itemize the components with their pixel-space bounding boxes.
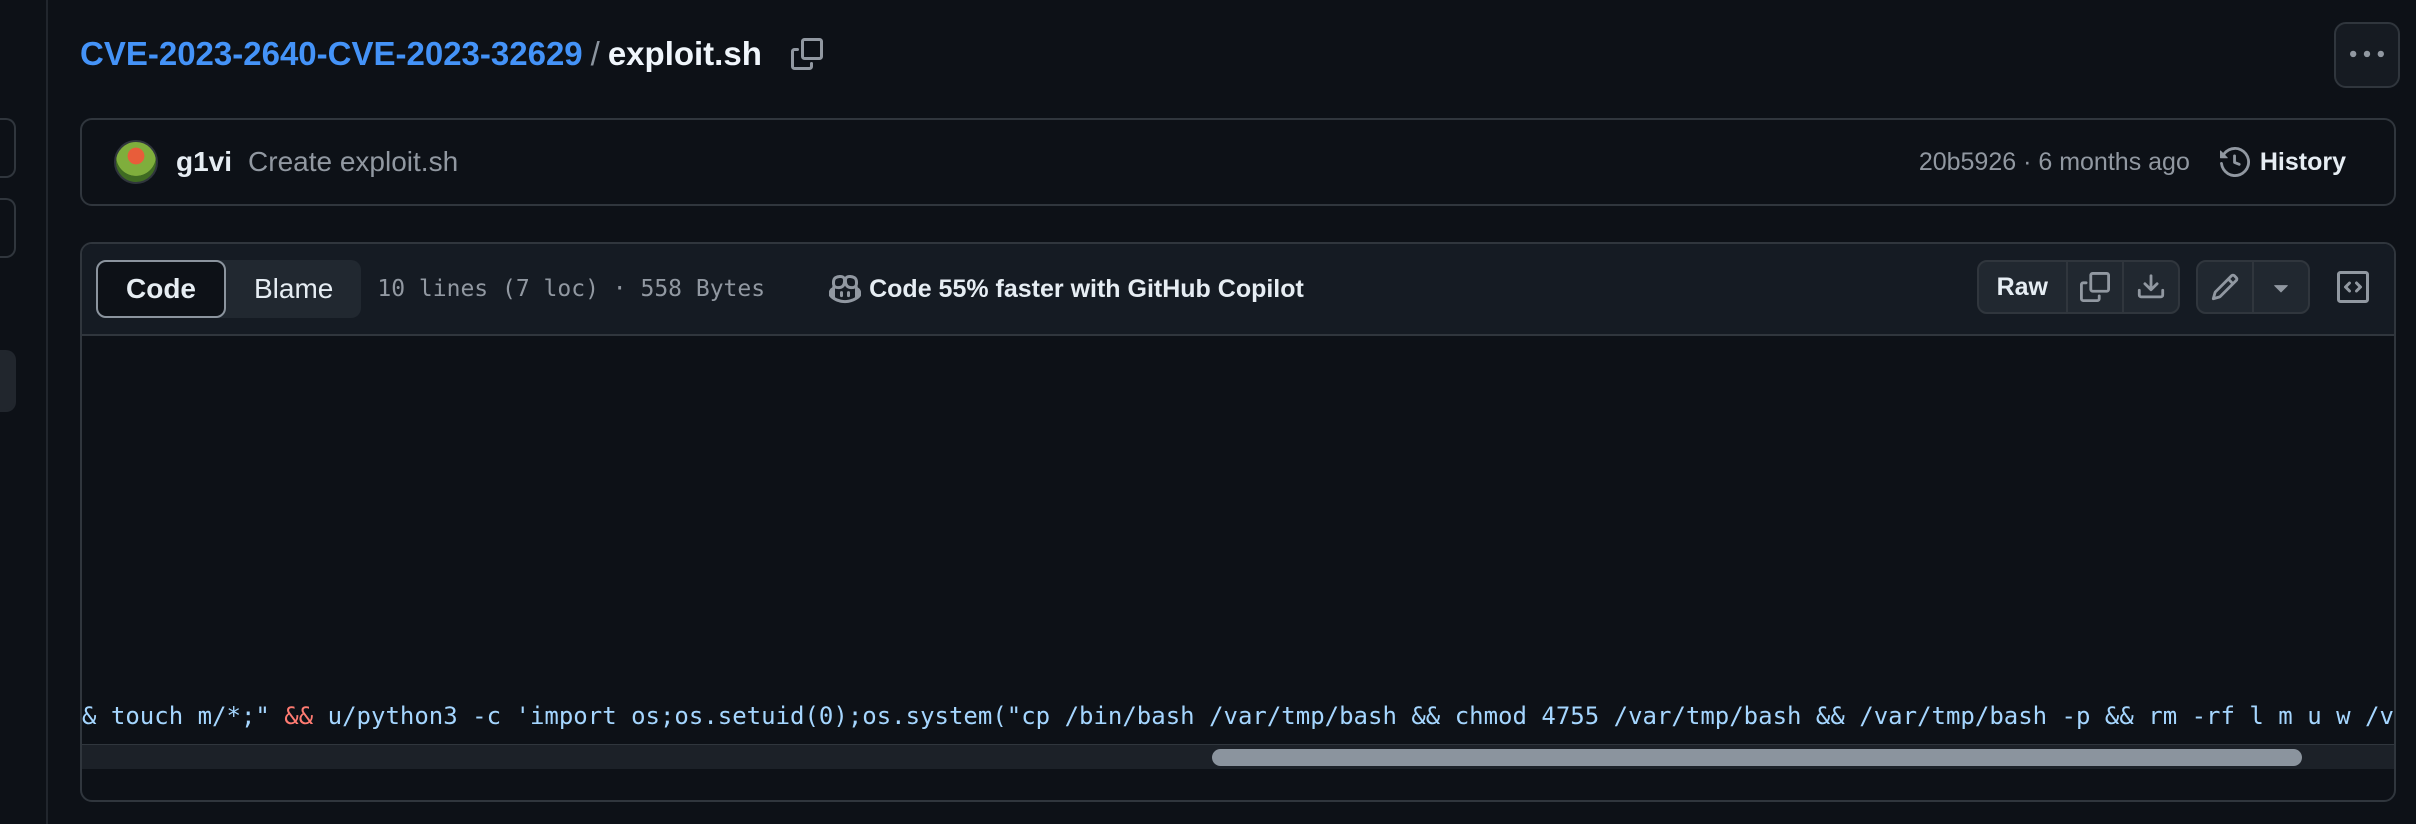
triangle-down-icon <box>2274 285 2288 293</box>
copy-icon <box>2080 272 2110 302</box>
copy-raw-button[interactable] <box>2068 262 2124 312</box>
avatar[interactable] <box>114 140 158 184</box>
file-name: exploit.sh <box>607 35 762 72</box>
code-view[interactable]: & touch m/*;" && u/python3 -c 'import os… <box>82 336 2396 800</box>
history-label: History <box>2259 147 2346 176</box>
raw-copy-download-group: Raw <box>1976 260 2180 314</box>
code-token: & touch m/*;" <box>82 702 285 730</box>
side-panel-item[interactable] <box>0 198 16 258</box>
pencil-icon <box>2211 273 2239 301</box>
view-toggle: Code Blame <box>96 260 362 318</box>
commit-hash-and-time[interactable]: 20b5926 · 6 months ago <box>1919 148 2190 177</box>
copy-path-button[interactable] <box>786 33 828 75</box>
scrollbar-thumb[interactable] <box>1212 749 2302 766</box>
code-square-icon <box>2337 271 2369 303</box>
more-options-button[interactable] <box>2334 22 2400 88</box>
file-header: Code Blame 10 lines (7 loc) · 558 Bytes … <box>82 244 2394 336</box>
edit-button[interactable] <box>2198 262 2254 312</box>
download-button[interactable] <box>2124 262 2178 312</box>
edit-dropdown-button[interactable] <box>2254 262 2308 312</box>
file-viewer: Code Blame 10 lines (7 loc) · 558 Bytes … <box>80 242 2396 802</box>
download-icon <box>2137 274 2165 299</box>
code-line[interactable]: & touch m/*;" && u/python3 -c 'import os… <box>82 702 2396 730</box>
side-panel-item[interactable] <box>0 118 16 178</box>
symbols-panel-button[interactable] <box>2326 260 2380 314</box>
kebab-horizontal-icon <box>2350 50 2384 58</box>
side-panel-divider <box>46 0 48 824</box>
copilot-icon <box>829 274 862 304</box>
file-info: 10 lines (7 loc) · 558 Bytes <box>377 276 766 302</box>
latest-commit-box: g1vi Create exploit.sh 20b5926 · 6 month… <box>80 118 2396 206</box>
code-token-operator: && <box>284 702 314 730</box>
breadcrumb-separator: / <box>590 35 600 72</box>
commit-message[interactable]: Create exploit.sh <box>248 146 458 178</box>
edit-group <box>2196 260 2310 314</box>
tab-blame[interactable]: Blame <box>226 260 361 318</box>
commit-author[interactable]: g1vi <box>176 146 232 178</box>
file-breadcrumb: CVE-2023-2640-CVE-2023-32629 / exploit.s… <box>80 28 828 80</box>
repo-link[interactable]: CVE-2023-2640-CVE-2023-32629 <box>80 35 583 73</box>
tab-code[interactable]: Code <box>96 260 226 318</box>
code-token: u/python3 -c 'import os;os.setuid(0);os.… <box>313 702 2396 730</box>
history-icon <box>2219 147 2250 177</box>
history-button[interactable]: History <box>2219 147 2346 177</box>
copilot-label: Code 55% faster with GitHub Copilot <box>869 274 1304 303</box>
raw-button[interactable]: Raw <box>1979 262 2068 312</box>
side-panel-item-selected[interactable] <box>0 350 16 412</box>
horizontal-scrollbar[interactable] <box>82 744 2394 769</box>
file-actions: Raw <box>1976 260 2380 314</box>
copilot-link[interactable]: Code 55% faster with GitHub Copilot <box>829 273 1304 305</box>
copy-icon <box>790 38 823 70</box>
